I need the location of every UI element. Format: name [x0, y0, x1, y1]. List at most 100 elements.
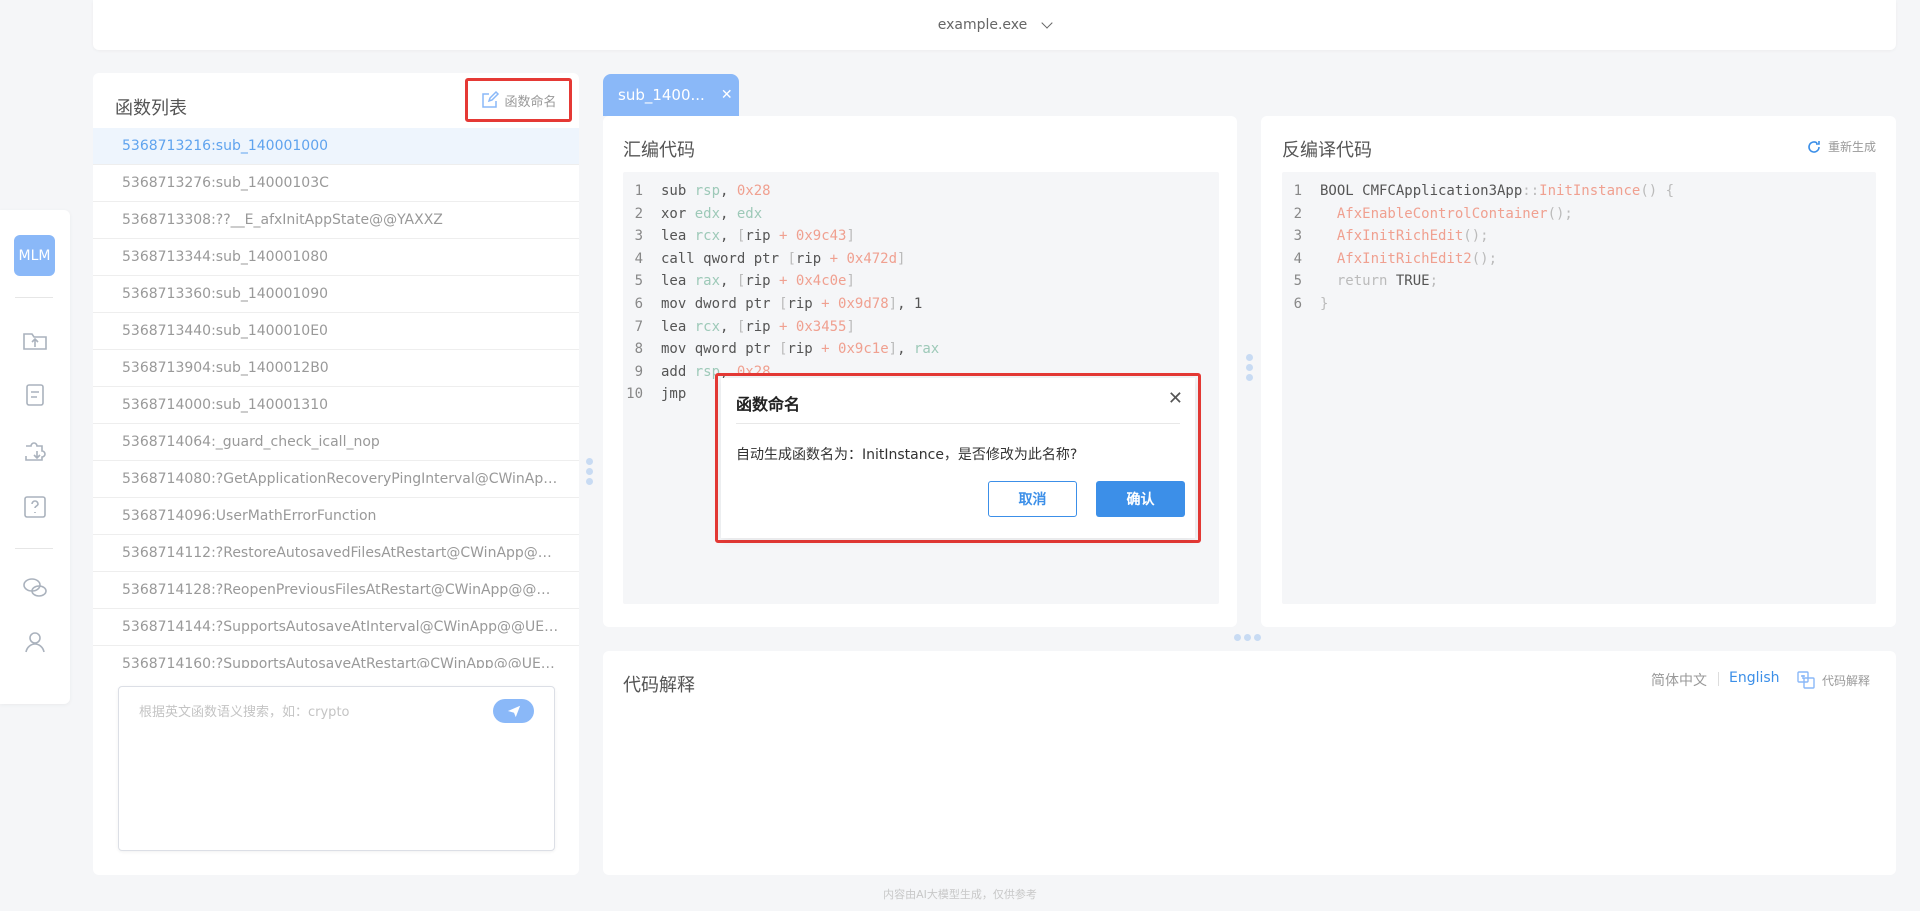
file-selector[interactable]: example.exe — [938, 17, 1053, 33]
code-token: sub — [661, 183, 695, 199]
semantic-search-box[interactable]: 根据英文函数语义搜索，如：crypto — [118, 686, 555, 851]
function-list-item[interactable]: 5368714112:?RestoreAutosavedFilesAtResta… — [93, 535, 579, 572]
vertical-resize-handle[interactable] — [586, 458, 593, 485]
code-token: } — [1320, 295, 1329, 312]
regenerate-label: 重新生成 — [1828, 140, 1877, 154]
code-token: edx — [694, 205, 721, 222]
dialog-message: 自动生成函数名为：InitInstance，是否修改为此名称? — [736, 447, 1078, 463]
close-icon[interactable]: ✕ — [721, 87, 733, 103]
function-list-item[interactable]: 5368713216:sub_140001000 — [93, 128, 579, 165]
function-list-item[interactable]: 5368714128:?ReopenPreviousFilesAtRestart… — [93, 572, 579, 609]
code-token: ] — [897, 250, 906, 267]
code-token: rip — [745, 228, 780, 245]
code-token: rcx — [694, 228, 721, 245]
left-nav: MLM — [0, 210, 70, 704]
help-icon[interactable] — [20, 492, 50, 522]
code-token: [ — [779, 341, 788, 358]
nav-divider — [15, 548, 53, 549]
function-list-item[interactable]: 5368713344:sub_140001080 — [93, 239, 579, 276]
refresh-icon — [1808, 140, 1820, 153]
code-line: 5 return TRUE; — [1282, 270, 1876, 293]
line-number: 1 — [1293, 183, 1302, 199]
assembly-title: 汇编代码 — [623, 140, 695, 161]
code-line: 1 BOOL CMFCApplication3App:: InitInstance(… — [1282, 180, 1876, 203]
function-rename-button[interactable]: 函数命名 — [465, 78, 572, 122]
code-token: [ — [736, 318, 746, 335]
document-icon[interactable] — [20, 380, 50, 410]
code-token: , — [897, 341, 914, 358]
line-number: 3 — [634, 228, 643, 245]
close-icon[interactable]: ✕ — [1168, 388, 1183, 409]
line-number: 1 — [634, 183, 643, 199]
cancel-button[interactable]: 取消 — [988, 481, 1077, 517]
code-token: + — [821, 341, 830, 358]
function-list-item[interactable]: 5368714000:sub_140001310 — [93, 387, 579, 424]
function-list-item[interactable]: 5368714064:_guard_check_icall_nop — [93, 424, 579, 461]
line-number: 8 — [634, 341, 643, 358]
tab-label: sub_1400... — [618, 86, 705, 104]
line-number: 5 — [1293, 273, 1302, 290]
code-token: rax — [694, 273, 721, 290]
code-token: 0x4c0e — [795, 273, 847, 290]
upload-folder-icon[interactable] — [20, 325, 50, 355]
confirm-button[interactable]: 确认 — [1096, 481, 1185, 517]
horizontal-resize-handle[interactable] — [1234, 634, 1261, 641]
dialog-title: 函数命名 — [736, 395, 801, 414]
code-token: [ — [779, 295, 788, 312]
wechat-icon[interactable] — [20, 573, 50, 603]
function-list-item[interactable]: 5368714160:?SupportsAutosaveAtRestart@CW… — [93, 646, 579, 668]
function-list-item[interactable]: 5368714096:UserMathErrorFunction — [93, 498, 579, 535]
code-token: jmp — [661, 386, 695, 403]
line-number: 2 — [1293, 205, 1302, 222]
code-line: 6 mov dword ptr [rip + 0x9d78], 1 — [623, 293, 1219, 316]
send-icon — [507, 705, 520, 718]
function-list-item[interactable]: 5368713440:sub_1400010E0 — [93, 313, 579, 350]
code-line: 3 AfxInitRichEdit (); — [1282, 225, 1876, 248]
line-number: 7 — [634, 318, 643, 335]
code-explain-button[interactable]: 代码解释 — [1796, 670, 1870, 690]
function-list-item[interactable]: 5368714080:?GetApplicationRecoveryPingIn… — [93, 461, 579, 498]
code-token: rip — [745, 318, 780, 335]
send-button[interactable] — [493, 699, 534, 723]
code-token: call qword ptr — [661, 250, 788, 267]
lang-en-option[interactable]: English — [1729, 670, 1780, 686]
code-token: , — [720, 228, 737, 245]
tab-function[interactable]: sub_1400... ✕ — [603, 74, 739, 116]
code-token: TRUE — [1395, 273, 1430, 290]
rename-dialog: 函数命名 ✕ 自动生成函数名为：InitInstance，是否修改为此名称? 取… — [721, 378, 1195, 538]
code-token: [ — [787, 250, 796, 267]
code-token: return — [1336, 273, 1396, 290]
plugin-download-icon[interactable] — [20, 436, 50, 466]
function-list-item[interactable]: 5368713276:sub_14000103C — [93, 165, 579, 202]
line-number: 6 — [1293, 295, 1302, 312]
function-list-title: 函数列表 — [115, 98, 187, 119]
user-icon[interactable] — [20, 627, 50, 657]
code-token: , 1 — [897, 295, 923, 312]
regenerate-button[interactable]: 重新生成 — [1806, 138, 1876, 155]
code-line: 2 xor edx, edx — [623, 203, 1219, 226]
app-logo: MLM — [14, 235, 55, 276]
lang-zh-option[interactable]: 简体中文 — [1651, 670, 1707, 690]
function-list-item[interactable]: 5368714144:?SupportsAutosaveAtInterval@C… — [93, 609, 579, 646]
vertical-resize-handle[interactable] — [1246, 354, 1253, 381]
code-line: 5 lea rax, [rip + 0x4c0e] — [623, 270, 1219, 293]
code-token: rip — [787, 341, 822, 358]
decompile-title: 反编译代码 — [1282, 140, 1372, 161]
top-bar: example.exe — [93, 0, 1896, 50]
code-token: , — [720, 273, 737, 290]
code-token: () { — [1640, 183, 1675, 199]
code-token: rcx — [694, 318, 721, 335]
function-list-item[interactable]: 5368713308:??__E_afxInitAppState@@YAXXZ — [93, 202, 579, 239]
code-token: lea — [661, 273, 695, 290]
search-placeholder: 根据英文函数语义搜索，如：crypto — [139, 705, 350, 720]
code-line: 4 call qword ptr [rip + 0x472d] — [623, 248, 1219, 271]
function-list-item[interactable]: 5368713360:sub_140001090 — [93, 276, 579, 313]
function-list-item[interactable]: 5368713904:sub_1400012B0 — [93, 350, 579, 387]
lang-divider — [1718, 672, 1719, 686]
